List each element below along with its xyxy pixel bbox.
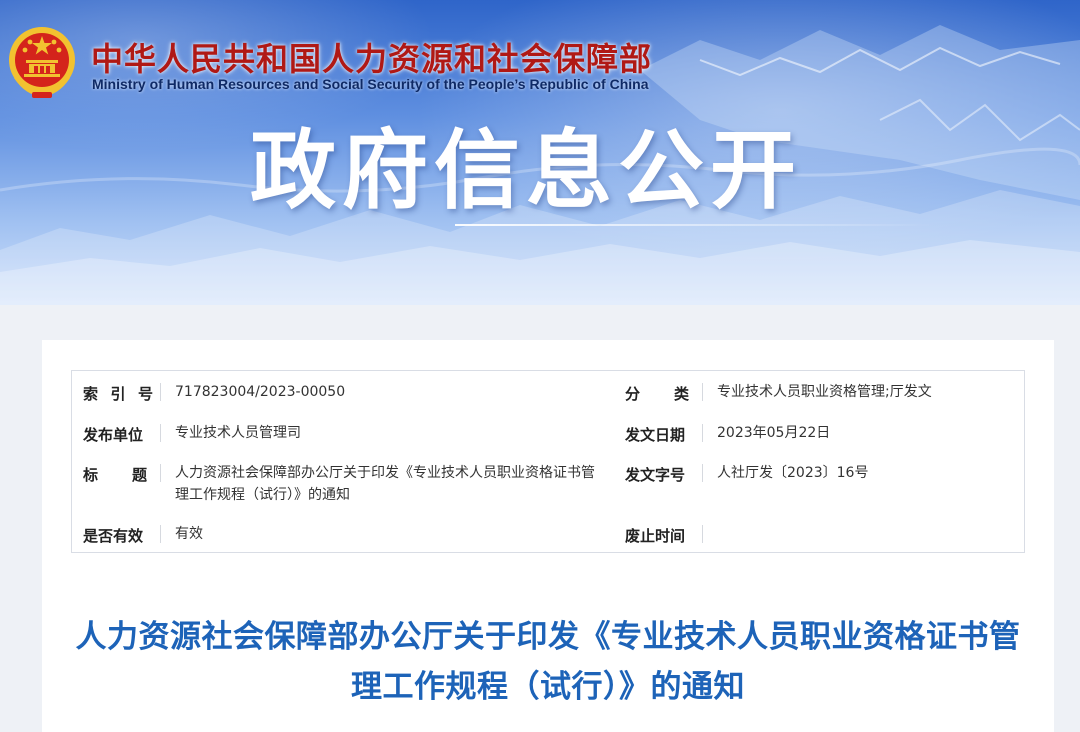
separator: [702, 383, 703, 401]
title-underline: [455, 224, 935, 226]
publisher-value: 专业技术人员管理司: [175, 425, 301, 441]
date-value: 2023年05月22日: [717, 425, 831, 441]
publisher-label: 发布单位: [83, 426, 144, 444]
separator: [160, 525, 161, 543]
ministry-name-chinese: 中华人民共和国人力资源和社会保障部: [91, 40, 653, 78]
separator: [160, 424, 161, 442]
category-label: 分 类: [625, 385, 689, 403]
separator: [702, 424, 703, 442]
title-value: 人力资源社会保障部办公厅关于印发《专业技术人员职业资格证书管理工作规程（试行）》…: [175, 465, 595, 503]
expiry-label: 废止时间: [625, 527, 686, 545]
separator: [702, 464, 703, 482]
date-label: 发文日期: [625, 426, 686, 444]
category-value: 专业技术人员职业资格管理;厅发文: [717, 384, 932, 400]
national-emblem: [9, 27, 75, 98]
validity-label: 是否有效: [83, 527, 144, 545]
validity-value: 有效: [175, 526, 203, 542]
doc-number-value: 人社厅发〔2023〕16号: [717, 465, 869, 481]
ministry-name-english: Ministry of Human Resources and Social S…: [92, 76, 649, 92]
separator: [160, 383, 161, 401]
document-metadata-table: 索 引 号 717823004/2023-00050 分 类 专业技术人员职业资…: [71, 370, 1025, 553]
separator: [160, 464, 161, 482]
header-banner: 中华人民共和国人力资源和社会保障部 Ministry of Human Reso…: [0, 0, 1080, 305]
separator: [702, 525, 703, 543]
index-value: 717823004/2023-00050: [175, 384, 346, 400]
title-label: 标 题: [83, 466, 147, 484]
index-label: 索 引 号: [83, 385, 153, 403]
section-title: 政府信息公开: [250, 121, 802, 221]
document-title: 人力资源社会保障部办公厅关于印发《专业技术人员职业资格证书管理工作规程（试行）》…: [75, 619, 1021, 705]
doc-number-label: 发文字号: [625, 466, 686, 484]
